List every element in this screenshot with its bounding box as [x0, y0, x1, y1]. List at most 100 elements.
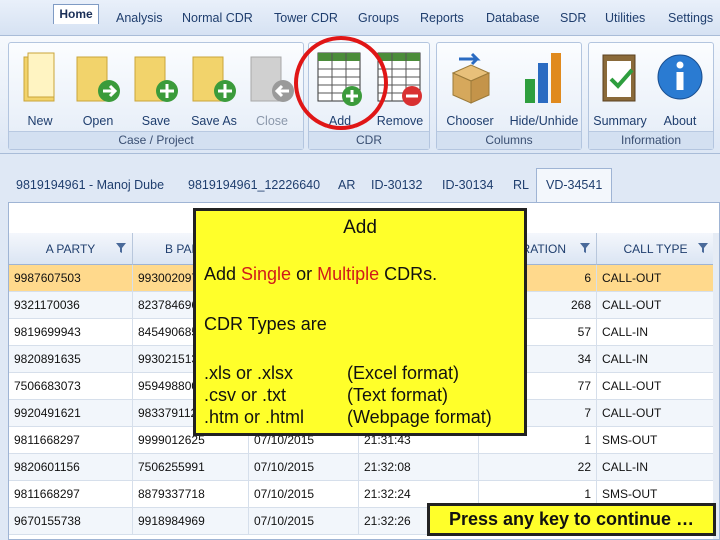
remove-cdr-label: Remove — [376, 114, 424, 128]
overlay-add-prefix: Add — [204, 264, 242, 284]
summary-label: Summary — [593, 114, 647, 128]
cell-date: 07/10/2015 — [249, 508, 359, 535]
overlay-title: Add — [343, 217, 377, 238]
tab-manoj-dube[interactable]: 9819194961 - Manoj Dube — [16, 178, 164, 192]
group-label-case-project: Case / Project — [9, 131, 303, 149]
group-label-columns: Columns — [437, 131, 581, 149]
cell-a: 9820891635 — [9, 346, 133, 373]
box-chooser-icon — [451, 52, 491, 104]
cell-type: CALL-IN — [597, 454, 715, 481]
table-row[interactable]: 9820601156 7506255991 07/10/2015 21:32:08 22… — [9, 454, 719, 481]
cell-b: 8879337718 — [133, 481, 249, 508]
cell-dur: 22 — [479, 454, 597, 481]
tab-id-30134[interactable]: ID-30134 — [442, 178, 493, 192]
group-label-information: Information — [589, 131, 713, 149]
about-label: About — [663, 114, 697, 128]
folder-new-icon — [23, 52, 55, 102]
cell-b: 7506255991 — [133, 454, 249, 481]
filter-icon[interactable] — [698, 243, 708, 253]
tab-vd-34541[interactable]: VD-34541 — [536, 168, 613, 202]
chooser-button[interactable]: Chooser — [441, 47, 499, 133]
group-information: Summary About Information — [588, 42, 714, 150]
menu-utilities[interactable]: Utilities — [605, 11, 645, 25]
open-label: Open — [82, 114, 114, 128]
close-button[interactable]: Close — [243, 47, 301, 133]
menu-home[interactable]: Home — [53, 4, 99, 24]
hide-unhide-label: Hide/Unhide — [509, 114, 579, 128]
cell-type: CALL-IN — [597, 346, 715, 373]
save-as-label: Save As — [191, 114, 237, 128]
cell-type: SMS-OUT — [597, 427, 715, 454]
menu-bar: Home Analysis Normal CDR Tower CDR Group… — [0, 0, 720, 36]
cell-type: CALL-IN — [597, 319, 715, 346]
add-info-overlay: Add Add Single or Multiple CDRs. CDR Typ… — [193, 208, 527, 436]
cell-type: CALL-OUT — [597, 292, 715, 319]
column-header-call-type[interactable]: CALL TYPE — [597, 233, 715, 265]
tab-9819194961-12226640[interactable]: 9819194961_12226640 — [188, 178, 320, 192]
format-ext-text: .csv or .txt — [204, 385, 287, 405]
column-header-a-party-label: A PARTY — [45, 242, 96, 256]
cell-b: 9918984969 — [133, 508, 249, 535]
column-header-a-party[interactable]: A PARTY — [9, 233, 133, 265]
cell-type: CALL-OUT — [597, 373, 715, 400]
overlay-add-suffix: CDRs. — [379, 264, 438, 284]
tab-id-30132[interactable]: ID-30132 — [371, 178, 422, 192]
menu-settings[interactable]: Settings — [668, 11, 713, 25]
overlay-or: or — [291, 264, 318, 284]
hide-unhide-button[interactable]: Hide/Unhide — [509, 47, 579, 133]
close-label: Close — [256, 114, 288, 128]
column-header-call-type-label: CALL TYPE — [623, 242, 688, 256]
format-ext-webpage: .htm or .html — [204, 407, 305, 427]
chooser-label: Chooser — [446, 114, 494, 128]
folder-save-icon — [134, 56, 178, 102]
overlay-single: Single — [241, 264, 292, 284]
filter-icon[interactable] — [116, 243, 126, 253]
cell-a: 9321170036 — [9, 292, 133, 319]
cell-a: 9811668297 — [9, 427, 133, 454]
menu-tower-cdr[interactable]: Tower CDR — [274, 11, 338, 25]
cell-date: 07/10/2015 — [249, 454, 359, 481]
cell-a: 9811668297 — [9, 481, 133, 508]
tab-ar[interactable]: AR — [338, 178, 355, 192]
continue-prompt[interactable]: Press any key to continue … — [427, 503, 716, 536]
group-case-project: New Open Save Save As Close Case / Proje… — [8, 42, 304, 150]
vertical-scrollbar[interactable] — [713, 233, 719, 539]
format-desc-excel: (Excel format) — [347, 363, 460, 383]
menu-reports[interactable]: Reports — [420, 11, 464, 25]
cell-type: CALL-OUT — [597, 265, 715, 292]
cell-a: 9670155738 — [9, 508, 133, 535]
format-desc-webpage: (Webpage format) — [347, 407, 492, 427]
overlay-types-heading: CDR Types are — [204, 314, 327, 334]
save-button[interactable]: Save — [127, 47, 185, 133]
menu-analysis[interactable]: Analysis — [116, 11, 163, 25]
group-label-cdr: CDR — [309, 131, 429, 149]
filter-icon[interactable] — [580, 243, 590, 253]
new-button[interactable]: New — [11, 47, 69, 133]
tab-rl[interactable]: RL — [513, 178, 529, 192]
menu-sdr[interactable]: SDR — [560, 11, 586, 25]
folder-save-as-icon — [192, 56, 236, 102]
cell-a: 9819699943 — [9, 319, 133, 346]
info-icon — [657, 54, 703, 100]
overlay-multiple: Multiple — [317, 264, 380, 284]
save-as-button[interactable]: Save As — [185, 47, 243, 133]
menu-normal-cdr[interactable]: Normal CDR — [182, 11, 253, 25]
cell-type: CALL-OUT — [597, 400, 715, 427]
new-label: New — [27, 114, 53, 128]
format-ext-excel: .xls or .xlsx — [204, 363, 294, 383]
clipboard-check-icon — [602, 54, 636, 102]
cell-a: 9987607503 — [9, 265, 133, 292]
menu-database[interactable]: Database — [486, 11, 540, 25]
format-desc-text: (Text format) — [347, 385, 449, 405]
cell-a: 9820601156 — [9, 454, 133, 481]
summary-button[interactable]: Summary — [591, 47, 649, 133]
open-button[interactable]: Open — [69, 47, 127, 133]
cell-time: 21:32:08 — [359, 454, 479, 481]
save-label: Save — [141, 114, 171, 128]
about-button[interactable]: About — [651, 47, 709, 133]
menu-groups[interactable]: Groups — [358, 11, 399, 25]
folder-open-icon — [76, 56, 120, 102]
cell-a: 7506683073 — [9, 373, 133, 400]
cdr-tabs: 9819194961 - Manoj Dube 9819194961_12226… — [0, 156, 720, 202]
cell-a: 9920491621 — [9, 400, 133, 427]
